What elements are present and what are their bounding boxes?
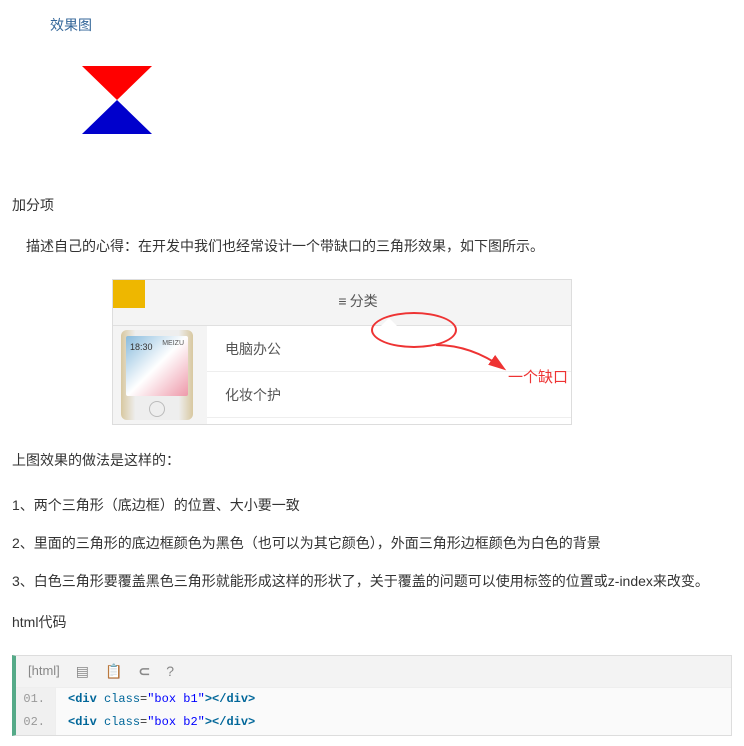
phone-mock: 18:30 MEIZU xyxy=(121,330,201,420)
notch-label: 一个缺口 xyxy=(508,366,568,390)
howto-heading: 上图效果的做法是这样的： xyxy=(12,449,732,471)
code-line: 01. <div class="box b1"></div> xyxy=(16,688,731,711)
step-1: 1、两个三角形（底边框）的位置、大小要一致 xyxy=(12,494,732,516)
code-text[interactable]: <div class="box b2"></div> xyxy=(56,711,267,734)
intro-paragraph: 描述自己的心得：在开发中我们也经常设计一个带缺口的三角形效果，如下图所示。 xyxy=(12,235,732,257)
code-text[interactable]: <div class="box b1"></div> xyxy=(56,688,267,711)
bonus-heading: 加分项 xyxy=(12,194,732,216)
step-3: 3、白色三角形要覆盖黑色三角形就能形成这样的形状了，关于覆盖的问题可以使用标签的… xyxy=(12,570,732,592)
blue-triangle xyxy=(82,100,152,134)
phone-home-button xyxy=(149,401,165,417)
step-2: 2、里面的三角形的底边框颜色为黑色（也可以为其它颜色），外面三角形边框颜色为白色… xyxy=(12,532,732,554)
phone-brand: MEIZU xyxy=(162,338,184,349)
code-toolbar: [html] ▤ 📋 ⊂ ? xyxy=(16,656,731,688)
line-number: 01. xyxy=(16,688,56,711)
red-triangle xyxy=(82,66,152,100)
code-title: html代码 xyxy=(12,611,732,633)
category-label: 分类 xyxy=(350,290,378,312)
hamburger-icon: ≡ xyxy=(338,290,345,312)
code-block: [html] ▤ 📋 ⊂ ? 01. <div class="box b1"><… xyxy=(12,655,732,735)
illustration-header: ≡ 分类 xyxy=(113,280,571,326)
effect-image-title[interactable]: 效果图 xyxy=(12,14,732,36)
expand-icon[interactable]: ⊂ xyxy=(138,660,150,682)
yellow-marker xyxy=(113,280,145,308)
help-icon[interactable]: ? xyxy=(166,660,174,682)
phone-time: 18:30 xyxy=(130,340,153,354)
triangle-demo xyxy=(82,66,202,134)
code-line: 02. <div class="box b2"></div> xyxy=(16,711,731,734)
category-tab: ≡ 分类 xyxy=(145,280,571,312)
line-number: 02. xyxy=(16,711,56,734)
code-language-label: [html] xyxy=(28,661,60,682)
copy-icon[interactable]: 📋 xyxy=(105,660,122,682)
code-lines: 01. <div class="box b1"></div> 02. <div … xyxy=(16,688,731,734)
view-plain-icon[interactable]: ▤ xyxy=(76,660,89,682)
notch-illustration: ≡ 分类 18:30 MEIZU 电脑办公 化妆个护 xyxy=(112,279,572,425)
